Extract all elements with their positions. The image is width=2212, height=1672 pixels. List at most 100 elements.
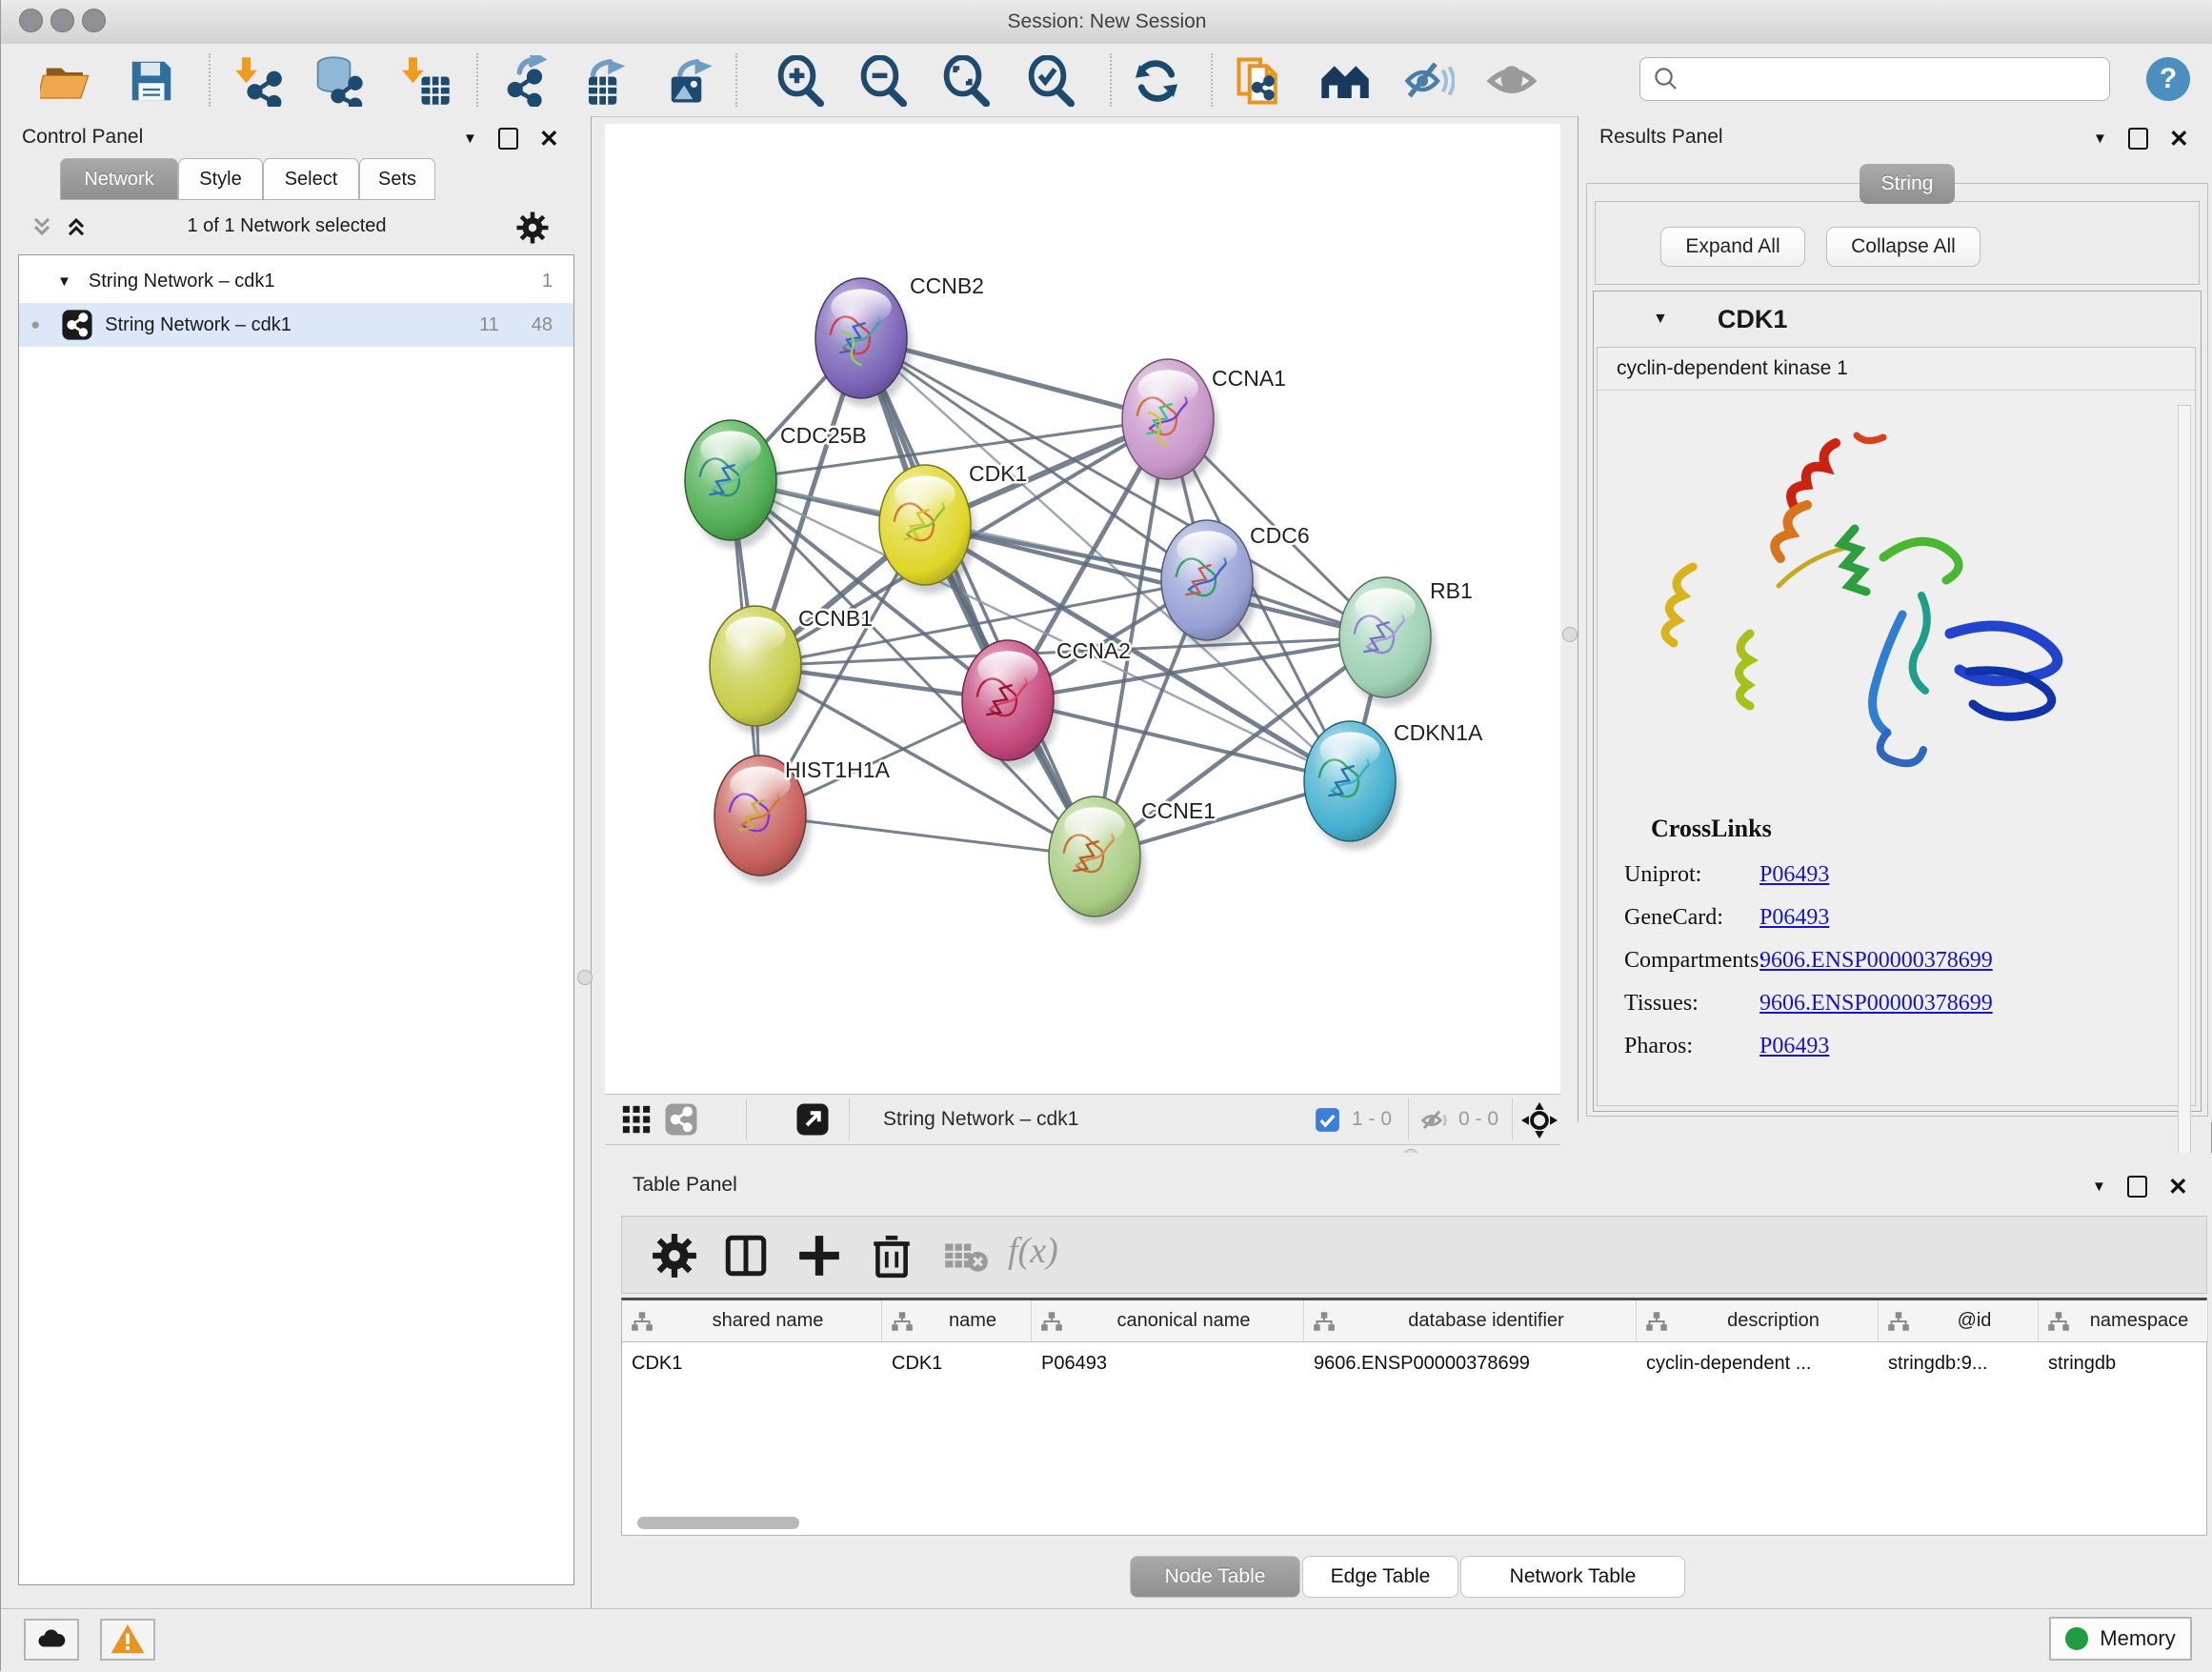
panel-close-icon[interactable]: ✕: [539, 130, 559, 149]
crosslink-value-link[interactable]: 9606.ENSP00000378699: [1760, 948, 1993, 974]
open-session-icon[interactable]: [40, 55, 91, 107]
control-panel-title: Control Panel: [22, 126, 143, 149]
hide-glass-eye-icon[interactable]: [1403, 55, 1455, 107]
collapse-all-button[interactable]: Collapse All: [1826, 227, 1981, 267]
panel-maximize-icon[interactable]: [2128, 128, 2148, 150]
selected-checkbox-icon[interactable]: [1315, 1107, 1340, 1133]
column-header-database-identifier[interactable]: database identifier: [1304, 1300, 1637, 1342]
export-image-icon[interactable]: [665, 55, 716, 107]
table-gear-icon[interactable]: [651, 1232, 698, 1279]
table-cell[interactable]: 9606.ENSP00000378699: [1304, 1342, 1637, 1384]
table-cell[interactable]: stringdb: [2039, 1342, 2208, 1384]
search-input[interactable]: [1686, 68, 2109, 91]
string-view-icon[interactable]: [664, 1102, 698, 1137]
show-columns-icon[interactable]: [722, 1232, 770, 1279]
refresh-network-icon[interactable]: [1131, 55, 1182, 107]
expand-all-tree-icon[interactable]: [62, 213, 90, 240]
zoom-out-icon[interactable]: [858, 55, 910, 107]
column-header--id[interactable]: @id: [1879, 1300, 2039, 1342]
column-header-shared-name[interactable]: shared name: [622, 1300, 882, 1342]
panel-close-icon[interactable]: ✕: [2169, 130, 2189, 149]
table-cell[interactable]: CDK1: [622, 1342, 882, 1384]
show-glass-eye-icon[interactable]: [1486, 55, 1538, 107]
birdseye-pan-icon[interactable]: [1521, 1102, 1558, 1138]
tab-network[interactable]: Network: [60, 158, 178, 200]
save-session-icon[interactable]: [126, 55, 177, 107]
search-box[interactable]: [1639, 57, 2110, 101]
clone-network-icon[interactable]: [1235, 55, 1286, 107]
network-node-CDK1[interactable]: [879, 465, 975, 594]
import-table-file-icon[interactable]: [400, 55, 452, 107]
import-network-file-icon[interactable]: [233, 55, 285, 107]
tab-edge-table[interactable]: Edge Table: [1302, 1556, 1458, 1598]
panel-maximize-icon[interactable]: [2127, 1176, 2147, 1198]
memory-button[interactable]: Memory: [2049, 1617, 2192, 1661]
grid-view-icon[interactable]: [620, 1103, 653, 1136]
import-network-database-icon[interactable]: [312, 55, 364, 107]
network-collection-row[interactable]: ▼ String Network – cdk1 1: [19, 259, 573, 303]
detach-view-icon[interactable]: [795, 1102, 830, 1137]
panel-float-icon[interactable]: ▼: [2092, 1178, 2106, 1195]
table-cell[interactable]: stringdb:9...: [1879, 1342, 2039, 1384]
network-node-CCNE1[interactable]: [1049, 796, 1145, 925]
panel-splitter-handle[interactable]: [577, 970, 593, 985]
panel-float-icon[interactable]: ▼: [2093, 131, 2107, 147]
zoom-in-icon[interactable]: [775, 55, 827, 107]
window-close-button[interactable]: [19, 9, 43, 32]
export-table-icon[interactable]: [580, 55, 632, 107]
results-tab-string[interactable]: String: [1860, 164, 1955, 204]
table-cell[interactable]: CDK1: [882, 1342, 1032, 1384]
table-cell[interactable]: cyclin-dependent ...: [1637, 1342, 1879, 1384]
zoom-selected-icon[interactable]: [1026, 55, 1077, 107]
results-scrollbar[interactable]: [2178, 405, 2191, 1158]
network-node-CCNB1[interactable]: [710, 606, 806, 735]
results-splitter-handle[interactable]: [1562, 627, 1578, 642]
network-node-CDKN1A[interactable]: [1304, 721, 1400, 850]
panel-maximize-icon[interactable]: [498, 128, 518, 150]
crosslink-value-link[interactable]: P06493: [1760, 1034, 1829, 1059]
panel-close-icon[interactable]: ✕: [2168, 1178, 2188, 1197]
network-row-selected[interactable]: ● String Network – cdk1 11 48: [19, 303, 573, 347]
column-header-namespace[interactable]: namespace: [2039, 1300, 2208, 1342]
network-node-CCNB2[interactable]: [815, 278, 912, 407]
collapse-all-tree-icon[interactable]: [28, 213, 56, 240]
tab-select[interactable]: Select: [263, 158, 359, 200]
network-node-CCNA2[interactable]: [962, 640, 1058, 769]
window-zoom-button[interactable]: [82, 9, 106, 32]
string-home-icon[interactable]: [1319, 55, 1371, 107]
hidden-counts: 0 - 0: [1458, 1095, 1498, 1144]
network-node-CCNA1[interactable]: [1122, 359, 1218, 488]
network-node-CDC6[interactable]: [1161, 520, 1257, 649]
delete-column-icon[interactable]: [868, 1232, 915, 1279]
crosslink-value-link[interactable]: P06493: [1760, 862, 1829, 888]
column-header-name[interactable]: name: [882, 1300, 1032, 1342]
help-button[interactable]: ?: [2146, 57, 2190, 101]
table-cell[interactable]: P06493: [1032, 1342, 1304, 1384]
tree-caret-icon[interactable]: ▼: [57, 273, 71, 290]
card-caret-icon[interactable]: ▼: [1653, 311, 1668, 328]
zoom-fit-icon[interactable]: [941, 55, 993, 107]
export-network-icon[interactable]: [500, 55, 552, 107]
crosslink-value-link[interactable]: P06493: [1760, 905, 1829, 931]
tab-node-table[interactable]: Node Table: [1130, 1556, 1300, 1598]
toolbar-separator: [746, 1098, 747, 1140]
column-header-canonical-name[interactable]: canonical name: [1032, 1300, 1304, 1342]
crosslink-value-link[interactable]: 9606.ENSP00000378699: [1760, 991, 1993, 1017]
tab-sets[interactable]: Sets: [359, 158, 435, 200]
cloud-status-button[interactable]: [24, 1619, 79, 1661]
window-title: Session: New Session: [1, 0, 2212, 44]
tab-network-table[interactable]: Network Table: [1460, 1556, 1685, 1598]
table-horizontal-scrollbar[interactable]: [637, 1517, 799, 1529]
network-graph[interactable]: CCNB2CCNA1CDC25BCDK1CDC6RB1CCNB1CCNA2CDK…: [605, 124, 1560, 1094]
protein-card-header[interactable]: ▼ CDK1: [1594, 292, 2201, 347]
panel-float-icon[interactable]: ▼: [463, 131, 477, 147]
warning-status-button[interactable]: [100, 1619, 155, 1661]
network-node-RB1[interactable]: [1339, 577, 1436, 706]
expand-all-button[interactable]: Expand All: [1660, 227, 1805, 267]
column-header-description[interactable]: description: [1637, 1300, 1879, 1342]
gear-icon[interactable]: [515, 211, 550, 245]
window-minimize-button[interactable]: [50, 9, 74, 32]
node-table[interactable]: shared namenamecanonical namedatabase id…: [621, 1298, 2207, 1536]
tab-style[interactable]: Style: [178, 158, 263, 200]
add-column-icon[interactable]: [795, 1232, 843, 1279]
